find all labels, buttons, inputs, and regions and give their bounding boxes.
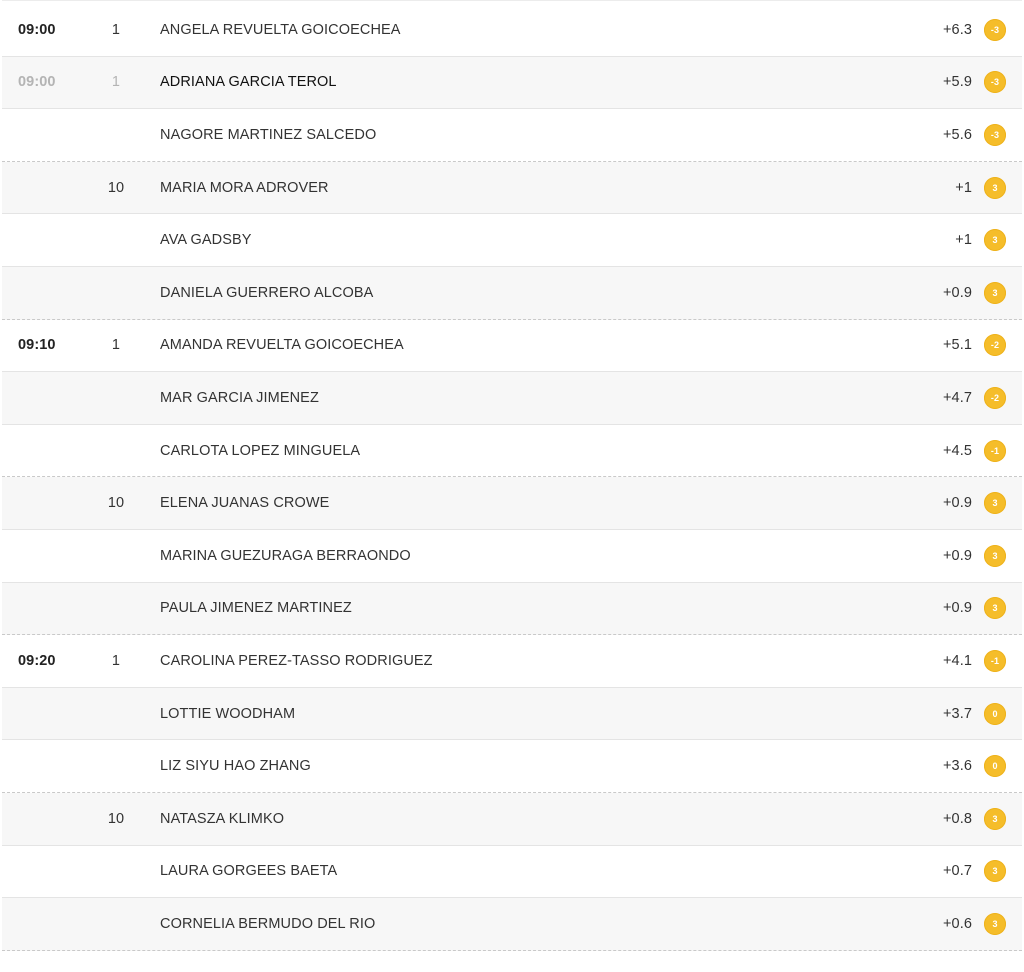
handicap-badge: 3 bbox=[984, 229, 1006, 252]
handicap-badge: -1 bbox=[984, 439, 1006, 462]
handicap-badge: 3 bbox=[984, 544, 1006, 567]
handicap-badge: 3 bbox=[984, 281, 1006, 304]
tee-time: 09:00 bbox=[18, 74, 56, 91]
table-row[interactable]: DANIELA GUERRERO ALCOBA +0.9 3 bbox=[2, 266, 1022, 320]
player-name[interactable]: DANIELA GUERRERO ALCOBA bbox=[160, 267, 373, 319]
tee-number bbox=[106, 846, 126, 898]
handicap-score: +1 bbox=[955, 179, 972, 196]
player-name[interactable]: CARLOTA LOPEZ MINGUELA bbox=[160, 425, 360, 477]
table-row[interactable]: MAR GARCIA JIMENEZ +4.7 -2 bbox=[2, 372, 1022, 425]
table-row[interactable]: CORNELIA BERMUDO DEL RIO +0.6 3 bbox=[2, 898, 1022, 951]
handicap-score: +5.9 bbox=[942, 74, 972, 91]
tee-number bbox=[106, 530, 126, 582]
player-name[interactable]: AMANDA REVUELTA GOICOECHEA bbox=[160, 320, 404, 372]
tee-number: 1 bbox=[111, 74, 121, 91]
table-row[interactable]: LAURA GORGEES BAETA +0.7 3 bbox=[2, 845, 1022, 899]
handicap-badge: 3 bbox=[984, 492, 1006, 515]
handicap-score: +5.6 bbox=[942, 126, 972, 143]
handicap-badge: 3 bbox=[984, 860, 1006, 883]
player-name[interactable]: LOTTIE WOODHAM bbox=[160, 688, 295, 740]
player-name[interactable]: CAROLINA PEREZ-TASSO RODRIGUEZ bbox=[160, 635, 433, 687]
player-name[interactable]: AVA GADSBY bbox=[160, 214, 252, 266]
tee-time: 09:10 bbox=[18, 337, 56, 354]
handicap-score: +0.9 bbox=[942, 284, 972, 301]
table-row[interactable]: 09:00 1 ADRIANA GARCIA TEROL +5.9 -3 bbox=[2, 56, 1022, 110]
handicap-score: +0.8 bbox=[942, 810, 972, 827]
handicap-badge: -2 bbox=[984, 334, 1006, 357]
handicap-score: +0.9 bbox=[942, 495, 972, 512]
table-row[interactable]: PAULA JIMENEZ MARTINEZ +0.9 3 bbox=[2, 582, 1022, 636]
handicap-score: +4.5 bbox=[942, 442, 972, 459]
table-row[interactable]: AVA GADSBY +1 3 bbox=[2, 214, 1022, 267]
handicap-score: +5.1 bbox=[942, 337, 972, 354]
table-row[interactable]: CARLOTA LOPEZ MINGUELA +4.5 -1 bbox=[2, 424, 1022, 478]
handicap-badge: 3 bbox=[984, 807, 1006, 830]
tee-number bbox=[106, 583, 126, 635]
tee-times-table: 09:00 1 ANGELA REVUELTA GOICOECHEA +6.3 … bbox=[2, 0, 1022, 951]
tee-number: 1 bbox=[111, 652, 121, 669]
handicap-score: +3.6 bbox=[942, 758, 972, 775]
tee-number: 10 bbox=[107, 179, 125, 196]
tee-number bbox=[106, 740, 126, 792]
table-row[interactable]: 10 NATASZA KLIMKO +0.8 3 bbox=[2, 792, 1022, 846]
handicap-badge: 0 bbox=[984, 755, 1006, 778]
player-name[interactable]: LAURA GORGEES BAETA bbox=[160, 846, 337, 898]
table-row[interactable]: LIZ SIYU HAO ZHANG +3.6 0 bbox=[2, 740, 1022, 793]
player-name[interactable]: ELENA JUANAS CROWE bbox=[160, 477, 329, 529]
tee-number bbox=[106, 267, 126, 319]
handicap-score: +3.7 bbox=[942, 705, 972, 722]
player-name[interactable]: LIZ SIYU HAO ZHANG bbox=[160, 740, 311, 792]
player-name[interactable]: ANGELA REVUELTA GOICOECHEA bbox=[160, 4, 401, 56]
table-row[interactable]: 10 MARIA MORA ADROVER +1 3 bbox=[2, 161, 1022, 215]
table-row[interactable]: 10 ELENA JUANAS CROWE +0.9 3 bbox=[2, 477, 1022, 530]
handicap-score: +1 bbox=[955, 232, 972, 249]
handicap-badge: -2 bbox=[984, 386, 1006, 409]
handicap-badge: 3 bbox=[984, 912, 1006, 935]
tee-number: 10 bbox=[107, 810, 125, 827]
handicap-score: +0.6 bbox=[942, 915, 972, 932]
table-row[interactable]: LOTTIE WOODHAM +3.7 0 bbox=[2, 687, 1022, 741]
handicap-badge: 0 bbox=[984, 702, 1006, 725]
player-name[interactable]: NAGORE MARTINEZ SALCEDO bbox=[160, 109, 376, 161]
handicap-badge: 3 bbox=[984, 176, 1006, 199]
handicap-badge: 3 bbox=[984, 597, 1006, 620]
tee-number: 1 bbox=[111, 21, 121, 38]
tee-number: 10 bbox=[107, 495, 125, 512]
handicap-score: +0.9 bbox=[942, 547, 972, 564]
handicap-score: +6.3 bbox=[942, 21, 972, 38]
tee-number bbox=[106, 109, 126, 161]
table-row[interactable]: 09:10 1 AMANDA REVUELTA GOICOECHEA +5.1 … bbox=[2, 319, 1022, 373]
handicap-score: +4.1 bbox=[942, 652, 972, 669]
player-name[interactable]: CORNELIA BERMUDO DEL RIO bbox=[160, 898, 375, 950]
table-row[interactable]: 09:20 1 CAROLINA PEREZ-TASSO RODRIGUEZ +… bbox=[2, 635, 1022, 688]
player-name[interactable]: MARINA GUEZURAGA BERRAONDO bbox=[160, 530, 411, 582]
tee-number bbox=[106, 688, 126, 740]
tee-number: 1 bbox=[111, 337, 121, 354]
handicap-badge: -1 bbox=[984, 649, 1006, 672]
tee-time: 09:20 bbox=[18, 652, 56, 669]
handicap-score: +0.9 bbox=[942, 600, 972, 617]
handicap-badge: -3 bbox=[984, 123, 1006, 146]
player-name[interactable]: MARIA MORA ADROVER bbox=[160, 162, 329, 214]
tee-time: 09:00 bbox=[18, 21, 56, 38]
tee-number bbox=[106, 898, 126, 950]
player-name[interactable]: PAULA JIMENEZ MARTINEZ bbox=[160, 583, 352, 635]
handicap-score: +4.7 bbox=[942, 389, 972, 406]
tee-number bbox=[106, 372, 126, 424]
tee-number bbox=[106, 214, 126, 266]
player-name[interactable]: MAR GARCIA JIMENEZ bbox=[160, 372, 319, 424]
table-row[interactable]: 09:00 1 ANGELA REVUELTA GOICOECHEA +6.3 … bbox=[2, 4, 1022, 57]
player-name[interactable]: ADRIANA GARCIA TEROL bbox=[160, 57, 337, 109]
handicap-score: +0.7 bbox=[942, 863, 972, 880]
table-row[interactable]: NAGORE MARTINEZ SALCEDO +5.6 -3 bbox=[2, 109, 1022, 162]
handicap-badge: -3 bbox=[984, 71, 1006, 94]
tee-number bbox=[106, 425, 126, 477]
table-row[interactable]: MARINA GUEZURAGA BERRAONDO +0.9 3 bbox=[2, 529, 1022, 583]
handicap-badge: -3 bbox=[984, 18, 1006, 41]
player-name[interactable]: NATASZA KLIMKO bbox=[160, 793, 284, 845]
